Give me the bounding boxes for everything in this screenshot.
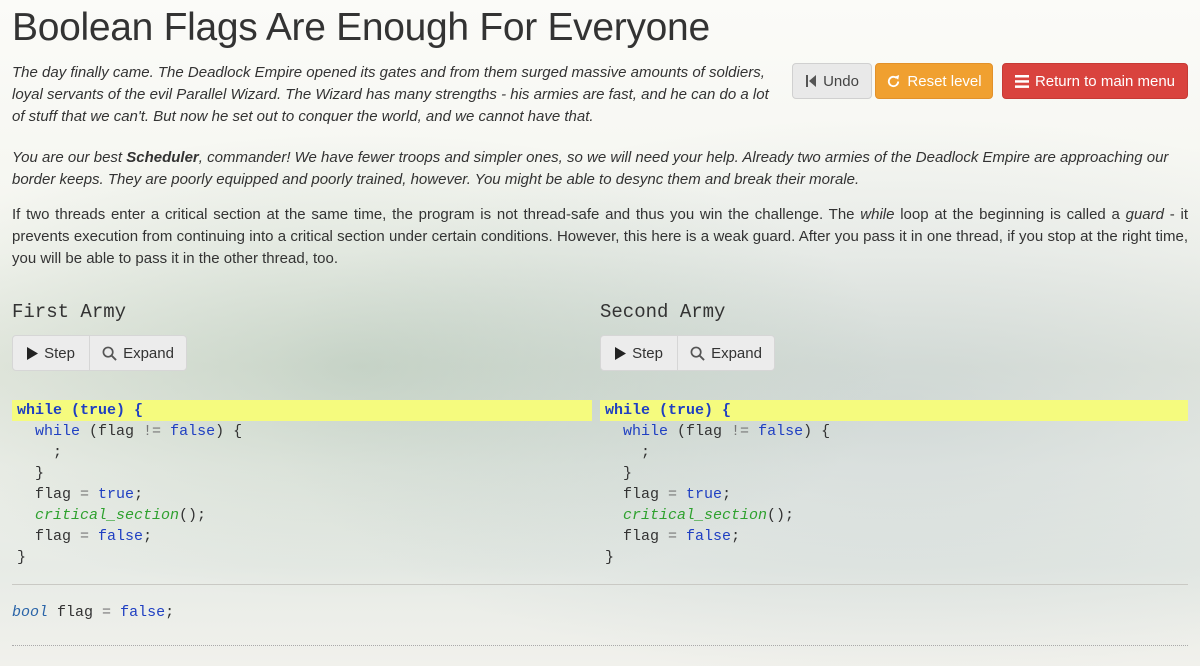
- expand-button[interactable]: Expand: [90, 335, 187, 371]
- level-description: If two threads enter a critical section …: [12, 206, 1188, 267]
- page-title: Boolean Flags Are Enough For Everyone: [12, 6, 710, 49]
- menu-label: Return to main menu: [1034, 72, 1176, 90]
- play-icon: [27, 346, 39, 360]
- thread-title: First Army: [12, 301, 127, 323]
- step-button[interactable]: Step: [600, 335, 678, 371]
- undo-label: Undo: [823, 72, 859, 90]
- expand-button[interactable]: Expand: [678, 335, 775, 371]
- divider: [12, 584, 1188, 585]
- play-icon: [615, 346, 627, 360]
- divider-dotted: [12, 645, 1188, 646]
- code-line: ;: [53, 444, 63, 461]
- search-icon: [690, 346, 705, 361]
- scheduler-emphasis: Scheduler: [126, 149, 199, 166]
- code-line: flag = false;: [623, 528, 741, 545]
- main-menu-button[interactable]: Return to main menu: [1002, 63, 1188, 99]
- code-line: flag = false;: [35, 528, 153, 545]
- code-line: }: [623, 465, 633, 482]
- reset-level-button[interactable]: Reset level: [875, 63, 993, 99]
- code-line: while (flag != false) {: [35, 423, 243, 440]
- step-button[interactable]: Step: [12, 335, 90, 371]
- code-line-critical: critical_section();: [623, 507, 795, 524]
- code-line: flag = true;: [623, 486, 732, 503]
- intro-text: The day finally came. The Deadlock Empir…: [12, 64, 769, 125]
- code-line-current: while (true) {: [600, 400, 1188, 421]
- undo-icon: [805, 74, 817, 88]
- code-line-current: while (true) {: [12, 400, 592, 421]
- code-line: ;: [641, 444, 651, 461]
- refresh-icon: [886, 74, 901, 89]
- code-line: flag = true;: [35, 486, 144, 503]
- menu-icon: [1014, 74, 1029, 88]
- code-line: }: [605, 549, 615, 566]
- code-line: }: [35, 465, 45, 482]
- search-icon: [102, 346, 117, 361]
- intro2-text: You are our best Scheduler, commander! W…: [12, 149, 1169, 188]
- thread-title: Second Army: [600, 301, 726, 323]
- reset-label: Reset level: [907, 72, 982, 90]
- global-variable-flag: bool flag = false;: [12, 604, 175, 621]
- code-line: while (flag != false) {: [623, 423, 831, 440]
- code-line: }: [17, 549, 27, 566]
- code-line-critical: critical_section();: [35, 507, 207, 524]
- undo-button[interactable]: Undo: [792, 63, 872, 99]
